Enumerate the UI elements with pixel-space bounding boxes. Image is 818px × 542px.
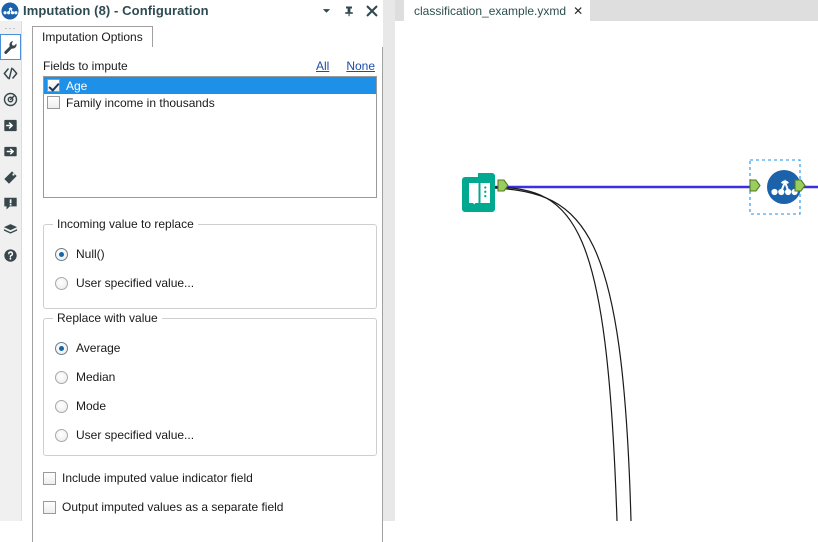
document-tab-label: classification_example.yxmd bbox=[414, 3, 567, 18]
config-icon-rail: ··· bbox=[0, 21, 22, 521]
target-icon[interactable] bbox=[0, 86, 21, 112]
replace-with-value-legend: Replace with value bbox=[53, 311, 162, 325]
input-data-node[interactable] bbox=[462, 173, 509, 212]
radio-label: User specified value... bbox=[76, 428, 195, 442]
config-tab-strip: Imputation Options bbox=[22, 26, 383, 48]
wrench-icon[interactable] bbox=[0, 34, 21, 60]
checkbox-output-separate-field[interactable]: Output imputed values as a separate fiel… bbox=[43, 500, 283, 514]
list-item-family-income[interactable]: Family income in thousands bbox=[44, 94, 376, 111]
radio-indicator bbox=[55, 370, 68, 384]
checkbox-label: Output imputed values as a separate fiel… bbox=[62, 500, 284, 514]
rail-overflow-dots[interactable]: ··· bbox=[0, 21, 21, 34]
incoming-value-group: Incoming value to replace Null() User sp… bbox=[43, 217, 377, 309]
radio-indicator bbox=[55, 399, 68, 413]
code-icon[interactable] bbox=[0, 60, 21, 86]
package-icon[interactable] bbox=[0, 216, 21, 242]
workflow-graph bbox=[462, 159, 818, 521]
radio-replace-mode[interactable]: Mode bbox=[55, 399, 106, 413]
checkbox-label: Include imputed value indicator field bbox=[62, 471, 253, 485]
radio-incoming-user-specified[interactable]: User specified value... bbox=[55, 276, 194, 290]
close-icon[interactable]: ✕ bbox=[573, 5, 583, 17]
help-icon[interactable] bbox=[0, 242, 21, 268]
chevron-down-icon[interactable] bbox=[319, 4, 333, 18]
config-titlebar: Imputation (8) - Configuration bbox=[0, 0, 383, 21]
list-item-label: Family income in thousands bbox=[66, 95, 215, 110]
radio-indicator bbox=[55, 276, 68, 290]
radio-label: Null() bbox=[76, 247, 105, 261]
checkbox-family-income[interactable] bbox=[47, 96, 60, 109]
config-title: Imputation (8) - Configuration bbox=[23, 3, 209, 18]
select-all-link[interactable]: All bbox=[316, 59, 329, 73]
radio-indicator bbox=[55, 341, 68, 355]
replace-with-value-group: Replace with value Average Median Mode U… bbox=[43, 311, 377, 456]
checkbox-include-imputed-indicator[interactable]: Include imputed value indicator field bbox=[43, 471, 253, 485]
document-tab-strip: classification_example.yxmd ✕ bbox=[395, 0, 818, 21]
output-arrow-icon[interactable] bbox=[0, 138, 21, 164]
connection-curve-b bbox=[493, 187, 632, 521]
fields-to-impute-label: Fields to impute bbox=[43, 59, 128, 73]
output-connector bbox=[794, 179, 806, 192]
checkbox-age[interactable] bbox=[47, 79, 60, 92]
titlebar-buttons bbox=[319, 0, 379, 21]
book-icon bbox=[469, 183, 490, 205]
connection-curve-a bbox=[493, 186, 618, 521]
fields-to-impute-listbox[interactable]: Age Family income in thousands bbox=[43, 76, 377, 198]
tab-imputation-options[interactable]: Imputation Options bbox=[32, 26, 153, 47]
radio-label: Average bbox=[76, 341, 121, 355]
close-icon[interactable] bbox=[365, 4, 379, 18]
incoming-value-legend: Incoming value to replace bbox=[53, 217, 198, 231]
fields-to-impute-header: Fields to impute All None bbox=[43, 58, 377, 74]
list-item-label: Age bbox=[66, 78, 88, 93]
configuration-panel: Imputation (8) - Configuration ··· Imput… bbox=[0, 0, 383, 542]
radio-replace-average[interactable]: Average bbox=[55, 341, 120, 355]
imputation-node-icon bbox=[1, 1, 19, 20]
workflow-canvas[interactable] bbox=[395, 21, 818, 521]
radio-indicator bbox=[55, 247, 68, 261]
tag-icon[interactable] bbox=[0, 164, 21, 190]
checkbox-indicator bbox=[43, 471, 56, 485]
imputation-node[interactable] bbox=[749, 159, 806, 215]
document-tab[interactable]: classification_example.yxmd ✕ bbox=[404, 0, 591, 21]
input-connector bbox=[749, 179, 761, 192]
radio-label: Mode bbox=[76, 399, 107, 413]
panel-splitter[interactable] bbox=[383, 0, 395, 521]
pin-icon[interactable] bbox=[342, 4, 356, 18]
workflow-canvas-area: classification_example.yxmd ✕ bbox=[395, 0, 818, 521]
warning-comment-icon[interactable] bbox=[0, 190, 21, 216]
radio-replace-median[interactable]: Median bbox=[55, 370, 115, 384]
radio-incoming-null[interactable]: Null() bbox=[55, 247, 105, 261]
radio-indicator bbox=[55, 428, 68, 442]
radio-label: Median bbox=[76, 370, 116, 384]
radio-replace-user-specified[interactable]: User specified value... bbox=[55, 428, 194, 442]
list-item-age[interactable]: Age bbox=[44, 77, 376, 94]
input-arrow-icon[interactable] bbox=[0, 112, 21, 138]
checkbox-indicator bbox=[43, 500, 56, 514]
select-none-link[interactable]: None bbox=[346, 59, 375, 73]
fields-select-links: All None bbox=[316, 59, 377, 73]
radio-label: User specified value... bbox=[76, 276, 195, 290]
